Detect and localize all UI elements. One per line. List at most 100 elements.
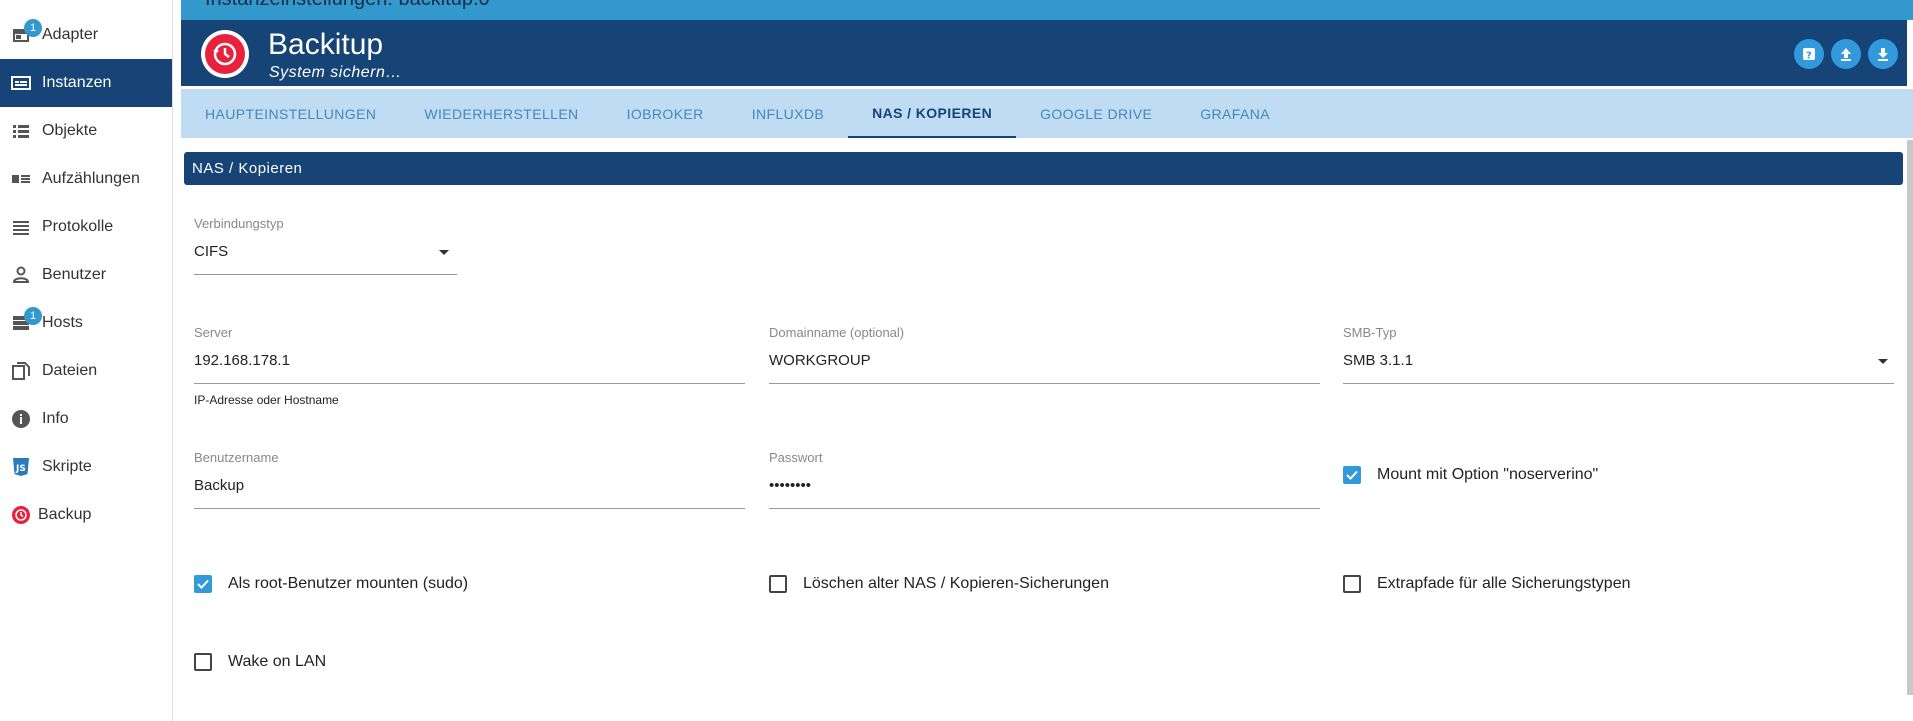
- user-icon: [10, 264, 32, 286]
- app-title: Backitup: [268, 28, 384, 61]
- smb-type-label: SMB-Typ: [1343, 325, 1397, 340]
- window-titlebar: Instanzeinstellungen: backitup.0: [181, 0, 1913, 20]
- enum-icon: [10, 168, 32, 190]
- tab-haupteinstellungen[interactable]: HAUPTEINSTELLUNGEN: [181, 89, 400, 138]
- sidebar-item-adapter[interactable]: 1 Adapter: [0, 11, 172, 59]
- checkbox-unchecked-icon: [194, 653, 212, 671]
- sidebar-item-label: Aufzählungen: [42, 170, 140, 187]
- sidebar-item-label: Info: [42, 410, 69, 427]
- password-input[interactable]: Passwort ••••••••: [769, 450, 1320, 515]
- field-underline: [194, 383, 745, 384]
- sidebar-item-skripte[interactable]: JS Skripte: [0, 443, 172, 491]
- sidebar-item-label: Hosts: [42, 314, 83, 331]
- sidebar: 1 Adapter Instanzen Objekte Aufzählungen…: [0, 0, 173, 721]
- checkbox-checked-icon: [194, 575, 212, 593]
- connection-type-value: CIFS: [194, 243, 229, 260]
- tab-bar: HAUPTEINSTELLUNGEN WIEDERHERSTELLEN IOBR…: [181, 89, 1913, 138]
- sidebar-item-label: Objekte: [42, 122, 98, 139]
- sidebar-item-aufzaehlungen[interactable]: Aufzählungen: [0, 155, 172, 203]
- sidebar-item-hosts[interactable]: 1 Hosts: [0, 299, 172, 347]
- server-label: Server: [194, 325, 233, 340]
- app-subtitle: System sichern…: [269, 64, 402, 81]
- upload-icon: [1841, 48, 1851, 61]
- field-underline: [1343, 383, 1894, 384]
- delete-old-label: Löschen alter NAS / Kopieren-Sicherungen: [803, 575, 1109, 592]
- extra-paths-label: Extrapfade für alle Sicherungstypen: [1377, 575, 1631, 592]
- checkbox-checked-icon: [1343, 466, 1361, 484]
- extra-paths-checkbox[interactable]: Extrapfade für alle Sicherungstypen: [1343, 575, 1630, 593]
- app-header: Backitup System sichern… ?: [181, 20, 1907, 86]
- chevron-down-icon: [1878, 359, 1888, 364]
- svg-text:?: ?: [1806, 51, 1812, 62]
- js-icon: JS: [10, 456, 32, 478]
- instances-icon: [10, 72, 32, 94]
- sidebar-item-label: Dateien: [42, 362, 98, 379]
- field-underline: [194, 274, 457, 275]
- checkbox-unchecked-icon: [1343, 575, 1361, 593]
- tab-google-drive[interactable]: GOOGLE DRIVE: [1016, 89, 1176, 138]
- server-input[interactable]: Server 192.168.178.1 IP-Adresse oder Hos…: [194, 325, 745, 410]
- sidebar-item-instanzen[interactable]: Instanzen: [0, 59, 172, 107]
- upload-button[interactable]: [1831, 39, 1861, 69]
- domain-label: Domainname (optional): [769, 325, 905, 340]
- wake-on-lan-checkbox[interactable]: Wake on LAN: [194, 653, 326, 671]
- sidebar-item-backup[interactable]: Backup: [0, 491, 172, 539]
- noserverino-label: Mount mit Option "noserverino": [1377, 466, 1599, 483]
- tab-iobroker[interactable]: IOBROKER: [603, 89, 728, 138]
- sidebar-item-benutzer[interactable]: Benutzer: [0, 251, 172, 299]
- smb-type-select[interactable]: SMB-Typ SMB 3.1.1: [1343, 325, 1894, 390]
- field-underline: [194, 508, 745, 509]
- sidebar-item-dateien[interactable]: Dateien: [0, 347, 172, 395]
- domain-value: WORKGROUP: [769, 352, 871, 369]
- content-scrollbar[interactable]: [1907, 140, 1913, 695]
- noserverino-checkbox[interactable]: Mount mit Option "noserverino": [1343, 466, 1598, 484]
- password-value: ••••••••: [769, 477, 812, 494]
- download-icon: [1878, 48, 1888, 61]
- password-label: Passwort: [769, 450, 823, 465]
- sidebar-item-label: Skripte: [42, 458, 92, 475]
- username-label: Benutzername: [194, 450, 279, 465]
- download-button[interactable]: [1868, 39, 1898, 69]
- sidebar-item-label: Backup: [38, 506, 92, 523]
- server-helper-text: IP-Adresse oder Hostname: [194, 393, 339, 407]
- info-icon: [10, 408, 32, 430]
- sidebar-item-protokolle[interactable]: Protokolle: [0, 203, 172, 251]
- server-value: 192.168.178.1: [194, 352, 290, 369]
- sidebar-item-label: Instanzen: [42, 74, 112, 91]
- sidebar-item-label: Adapter: [42, 26, 99, 43]
- backitup-logo: [201, 30, 249, 78]
- sidebar-item-objekte[interactable]: Objekte: [0, 107, 172, 155]
- help-icon: ?: [1803, 48, 1815, 62]
- svg-text:JS: JS: [15, 464, 26, 474]
- tab-nas-kopieren[interactable]: NAS / KOPIEREN: [848, 89, 1017, 138]
- sidebar-item-label: Protokolle: [42, 218, 114, 235]
- domain-input[interactable]: Domainname (optional) WORKGROUP: [769, 325, 1320, 390]
- log-icon: [10, 216, 32, 238]
- window-title: Instanzeinstellungen: backitup.0: [205, 0, 490, 11]
- tab-wiederherstellen[interactable]: WIEDERHERSTELLEN: [400, 89, 602, 138]
- username-value: Backup: [194, 477, 245, 494]
- sidebar-item-label: Benutzer: [42, 266, 107, 283]
- list-icon: [10, 120, 32, 142]
- wake-on-lan-label: Wake on LAN: [228, 653, 327, 670]
- tab-influxdb[interactable]: INFLUXDB: [728, 89, 848, 138]
- tab-grafana[interactable]: GRAFANA: [1176, 89, 1294, 138]
- adapter-badge: 1: [24, 19, 42, 37]
- chevron-down-icon: [439, 250, 449, 255]
- help-button[interactable]: ?: [1794, 39, 1824, 69]
- checkbox-unchecked-icon: [769, 575, 787, 593]
- username-input[interactable]: Benutzername Backup: [194, 450, 745, 515]
- files-icon: [10, 360, 32, 382]
- delete-old-checkbox[interactable]: Löschen alter NAS / Kopieren-Sicherungen: [769, 575, 1109, 593]
- sudo-label: Als root-Benutzer mounten (sudo): [228, 575, 469, 592]
- clock-icon: [205, 34, 245, 74]
- field-underline: [769, 508, 1320, 509]
- main-panel: Instanzeinstellungen: backitup.0 Backitu…: [181, 0, 1913, 721]
- section-title: NAS / Kopieren: [184, 152, 1903, 185]
- sidebar-item-info[interactable]: Info: [0, 395, 172, 443]
- connection-type-label: Verbindungstyp: [194, 216, 284, 231]
- connection-type-select[interactable]: Verbindungstyp CIFS: [194, 216, 457, 281]
- hosts-badge: 1: [24, 307, 42, 325]
- backup-icon: [10, 504, 32, 526]
- sudo-checkbox[interactable]: Als root-Benutzer mounten (sudo): [194, 575, 468, 593]
